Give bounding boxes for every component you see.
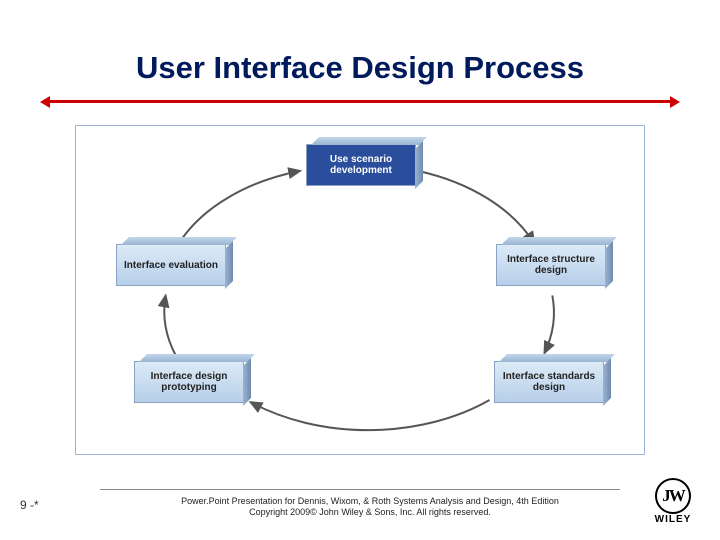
copyright-line2: Copyright 2009© John Wiley & Sons, Inc. … <box>160 507 580 518</box>
cycle-node-structure-design: Interface structure design <box>496 244 606 286</box>
process-cycle-diagram: Use scenario development Interface struc… <box>75 125 645 455</box>
cycle-node-label: Use scenario development <box>313 154 409 176</box>
copyright-line1: Power.Point Presentation for Dennis, Wix… <box>160 496 580 507</box>
cycle-node-label: Interface evaluation <box>124 260 218 271</box>
cycle-node-label: Interface structure design <box>503 254 599 276</box>
cycle-node-evaluation: Interface evaluation <box>116 244 226 286</box>
publisher-logo: JW WILEY <box>650 478 696 524</box>
wiley-monogram-icon: JW <box>655 478 691 514</box>
publisher-name: WILEY <box>650 514 696 525</box>
cycle-node-design-prototyping: Interface design prototyping <box>134 361 244 403</box>
cycle-node-use-scenario: Use scenario development <box>306 144 416 186</box>
page-number: 9 -* <box>20 498 39 512</box>
title-underline <box>50 100 670 103</box>
slide-title-area: User Interface Design Process <box>0 50 720 86</box>
footer-rule <box>100 489 620 490</box>
cycle-node-label: Interface design prototyping <box>141 371 237 393</box>
copyright-block: Power.Point Presentation for Dennis, Wix… <box>160 496 580 519</box>
cycle-node-label: Interface standards design <box>501 371 597 393</box>
slide-title: User Interface Design Process <box>0 50 720 86</box>
cycle-node-standards-design: Interface standards design <box>494 361 604 403</box>
